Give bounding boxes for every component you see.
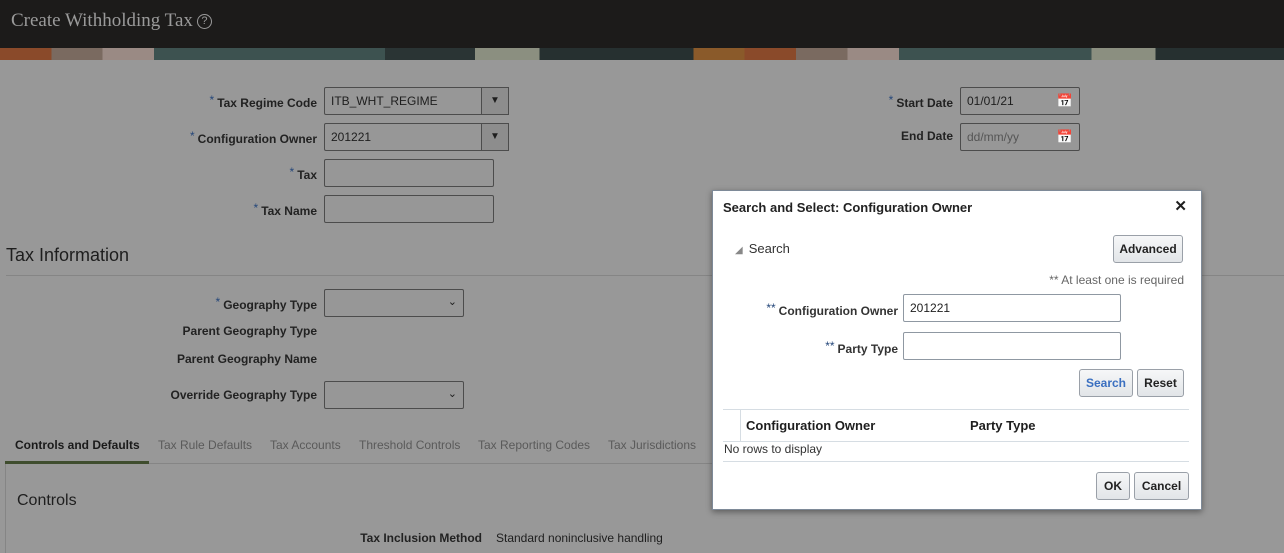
chevron-down-icon: ⌄ bbox=[447, 388, 457, 400]
reset-button[interactable]: Reset bbox=[1137, 369, 1184, 397]
tax-input[interactable] bbox=[324, 159, 494, 187]
override-geography-type-label: Override Geography Type bbox=[170, 388, 318, 402]
tab-threshold-controls[interactable]: Threshold Controls bbox=[359, 438, 460, 452]
ok-button[interactable]: OK bbox=[1096, 472, 1130, 500]
tax-inclusion-method-label: Tax Inclusion Method bbox=[360, 531, 482, 545]
start-date-input[interactable]: 01/01/21 📅 bbox=[960, 87, 1080, 115]
geography-type-label: * Geography Type bbox=[215, 295, 317, 312]
override-geography-type-select[interactable]: ⌄ bbox=[324, 381, 464, 409]
search-section-toggle[interactable]: ◢ Search bbox=[735, 241, 790, 256]
divider bbox=[740, 409, 741, 441]
parent-geography-type-label: Parent Geography Type bbox=[182, 324, 317, 338]
empty-table-message: No rows to display bbox=[724, 442, 823, 456]
column-header-party-type[interactable]: Party Type bbox=[970, 418, 1036, 433]
tax-name-label: * Tax Name bbox=[253, 201, 317, 218]
required-hint: ** At least one is required bbox=[1049, 273, 1184, 287]
configuration-owner-select[interactable]: 201221 ▼ bbox=[324, 123, 509, 151]
tab-tax-accounts[interactable]: Tax Accounts bbox=[270, 438, 341, 452]
column-header-configuration-owner[interactable]: Configuration Owner bbox=[746, 418, 875, 433]
party-type-input[interactable] bbox=[903, 332, 1121, 360]
divider bbox=[723, 409, 1189, 410]
collapse-triangle-icon: ◢ bbox=[735, 245, 743, 256]
tab-controls-and-defaults[interactable]: Controls and Defaults bbox=[15, 438, 140, 452]
dialog-title: Search and Select: Configuration Owner bbox=[723, 200, 973, 215]
config-owner-label: ** Configuration Owner bbox=[766, 301, 898, 318]
tax-regime-code-label: * Tax Regime Code bbox=[209, 93, 317, 110]
tab-tax-reporting-codes[interactable]: Tax Reporting Codes bbox=[478, 438, 590, 452]
calendar-icon[interactable]: 📅 bbox=[1057, 129, 1073, 145]
geography-type-select[interactable]: ⌄ bbox=[324, 289, 464, 317]
divider bbox=[723, 461, 1189, 462]
tab-tax-rule-defaults[interactable]: Tax Rule Defaults bbox=[158, 438, 252, 452]
section-title-controls: Controls bbox=[17, 492, 77, 509]
chevron-down-icon: ⌄ bbox=[447, 296, 457, 308]
decorative-banner bbox=[0, 48, 1284, 60]
close-icon[interactable]: ✕ bbox=[1174, 197, 1187, 215]
end-date-label: End Date bbox=[900, 129, 953, 143]
tab-divider bbox=[149, 463, 719, 464]
active-tab-indicator bbox=[5, 461, 149, 464]
party-type-label: ** Party Type bbox=[825, 339, 898, 356]
advanced-button[interactable]: Advanced bbox=[1113, 235, 1183, 263]
config-owner-input[interactable]: 201221 bbox=[903, 294, 1121, 322]
search-select-dialog: Search and Select: Configuration Owner ✕… bbox=[712, 190, 1202, 510]
dropdown-arrow-icon[interactable]: ▼ bbox=[481, 123, 509, 151]
dropdown-arrow-icon[interactable]: ▼ bbox=[481, 87, 509, 115]
tax-inclusion-method-value: Standard noninclusive handling bbox=[496, 531, 663, 545]
end-date-input[interactable]: dd/mm/yy 📅 bbox=[960, 123, 1080, 151]
parent-geography-name-label: Parent Geography Name bbox=[176, 352, 317, 366]
start-date-label: * Start Date bbox=[888, 93, 953, 110]
page-header: Create Withholding Tax? bbox=[0, 0, 1284, 48]
configuration-owner-label: * Configuration Owner bbox=[190, 129, 317, 146]
cancel-button[interactable]: Cancel bbox=[1134, 472, 1189, 500]
tax-label: * Tax bbox=[289, 165, 317, 182]
section-title-tax-information: Tax Information bbox=[6, 245, 130, 265]
tab-panel-border bbox=[5, 464, 6, 553]
page-title: Create Withholding Tax? bbox=[11, 10, 212, 32]
tab-tax-jurisdictions[interactable]: Tax Jurisdictions bbox=[608, 438, 696, 452]
calendar-icon[interactable]: 📅 bbox=[1057, 93, 1073, 109]
tax-name-input[interactable] bbox=[324, 195, 494, 223]
help-icon[interactable]: ? bbox=[196, 14, 212, 29]
tax-regime-code-select[interactable]: ITB_WHT_REGIME ▼ bbox=[324, 87, 509, 115]
search-button[interactable]: Search bbox=[1079, 369, 1133, 397]
